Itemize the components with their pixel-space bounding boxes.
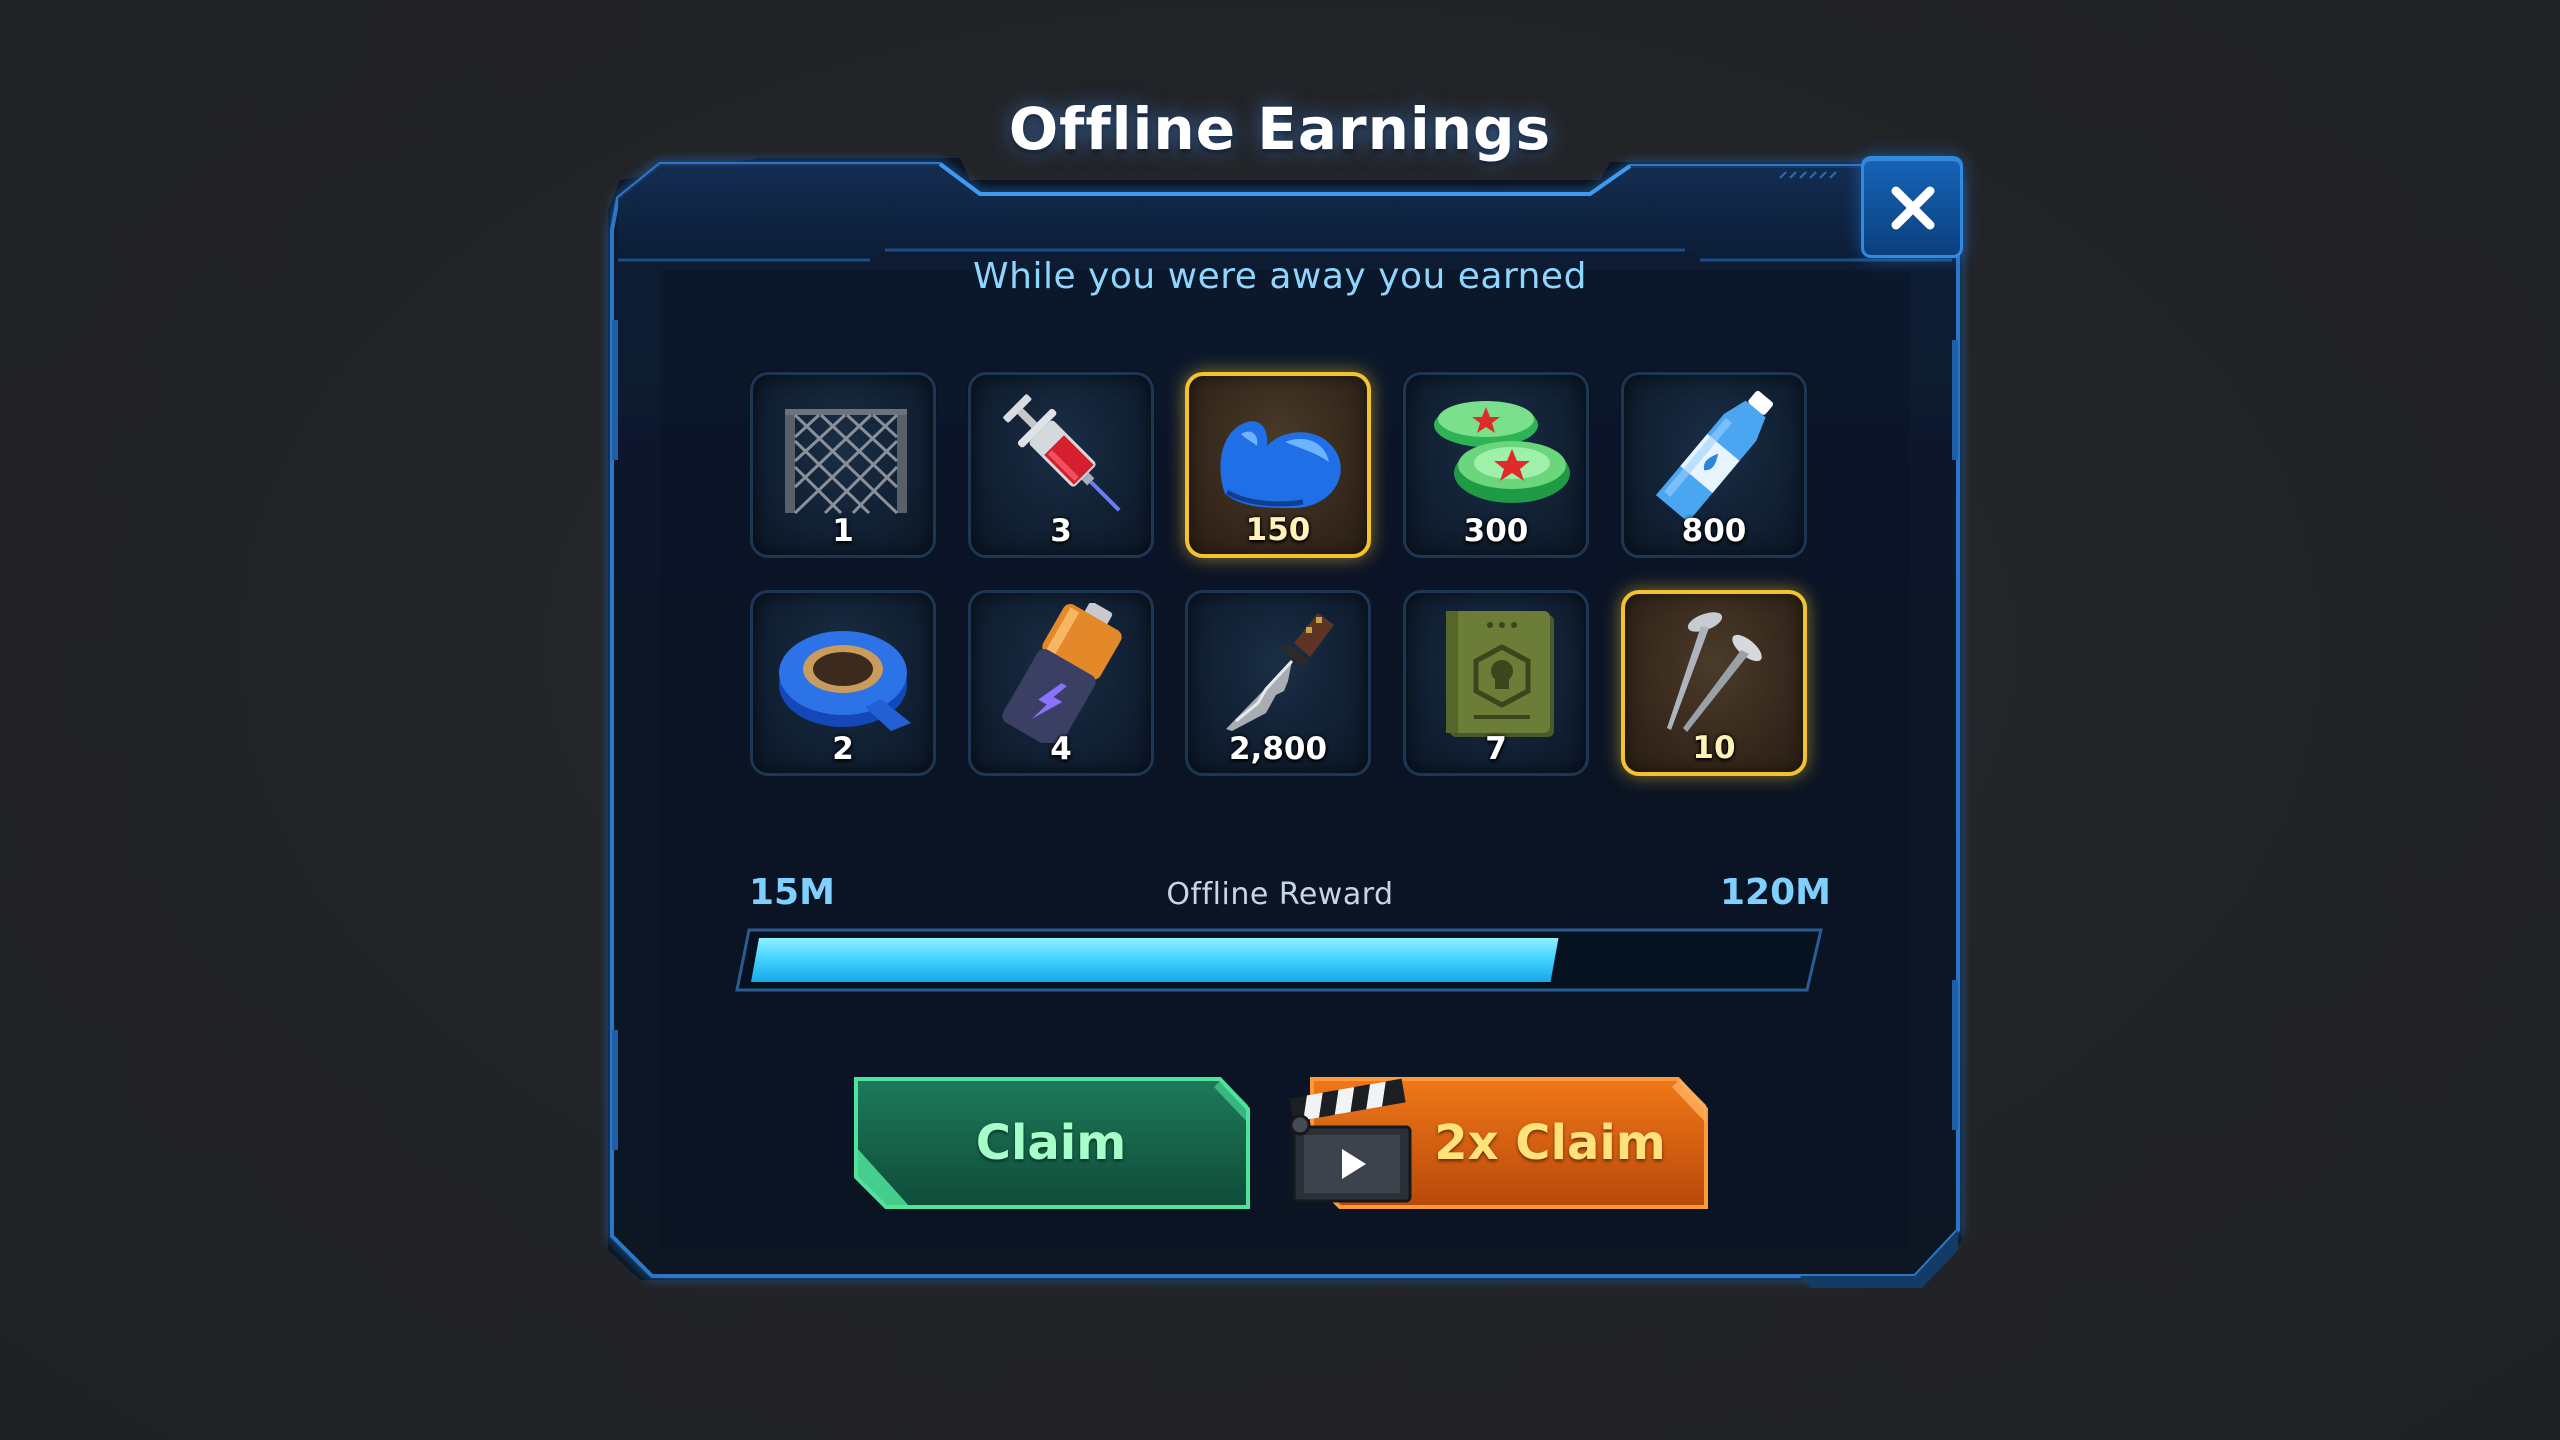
reward-quantity: 300 — [1463, 513, 1529, 549]
reward-quantity: 7 — [1485, 731, 1507, 767]
bottle-cap-icon — [1434, 401, 1570, 503]
water-bottle-icon — [1655, 390, 1774, 523]
dialog-title: Offline Earnings — [1008, 95, 1552, 163]
progress-max-label: 120M — [1720, 872, 1831, 913]
reward-quantity: 10 — [1692, 730, 1736, 766]
dialog-subtitle: While you were away you earned — [973, 256, 1587, 297]
nails-icon — [1667, 612, 1762, 732]
flexed-bicep-icon — [1220, 421, 1341, 508]
reward-quantity: 150 — [1245, 512, 1311, 548]
reward-quantity: 800 — [1681, 513, 1747, 549]
double-claim-button[interactable]: 2x Claim — [1290, 1075, 1710, 1211]
progress-fill — [751, 938, 1559, 982]
reward-quantity: 3 — [1050, 513, 1072, 549]
reward-slot-muscle[interactable]: 150 — [1185, 372, 1371, 558]
double-claim-button-label: 2x Claim — [1434, 1115, 1666, 1171]
skull-book-icon — [1446, 611, 1554, 737]
battery-icon — [1002, 603, 1122, 743]
syringe-icon — [1003, 394, 1121, 512]
reward-quantity: 4 — [1050, 731, 1072, 767]
chain-link-fence-icon — [785, 409, 907, 515]
close-icon — [1891, 186, 1935, 230]
video-clapperboard-icon — [1290, 1078, 1412, 1203]
close-button[interactable] — [1861, 156, 1963, 258]
reward-quantity: 2,800 — [1228, 731, 1328, 767]
reward-slot-nails[interactable]: 10 — [1621, 590, 1807, 776]
duct-tape-icon — [779, 631, 911, 731]
reward-slot-syringe[interactable]: 3 — [968, 372, 1154, 558]
reward-slot-manual[interactable]: 7 — [1403, 590, 1589, 776]
progress-track — [735, 928, 1823, 992]
reward-slot-battery[interactable]: 4 — [968, 590, 1154, 776]
reward-slot-knife[interactable]: 2,800 — [1185, 590, 1371, 776]
reward-quantity: 1 — [832, 513, 854, 549]
offline-reward-progress-bar — [735, 928, 1825, 992]
combat-knife-icon — [1226, 613, 1334, 731]
progress-label: Offline Reward — [1166, 877, 1394, 912]
game-screen: Offline Earnings While you were away you… — [0, 0, 2560, 1440]
reward-slot-water[interactable]: 800 — [1621, 372, 1807, 558]
claim-button[interactable]: Claim — [850, 1075, 1252, 1211]
reward-slot-bottle-caps[interactable]: 300 — [1403, 372, 1589, 558]
claim-button-label: Claim — [975, 1115, 1127, 1171]
reward-slot-tape[interactable]: 2 — [750, 590, 936, 776]
reward-quantity: 2 — [832, 731, 854, 767]
reward-slot-fence[interactable]: 1 — [750, 372, 936, 558]
